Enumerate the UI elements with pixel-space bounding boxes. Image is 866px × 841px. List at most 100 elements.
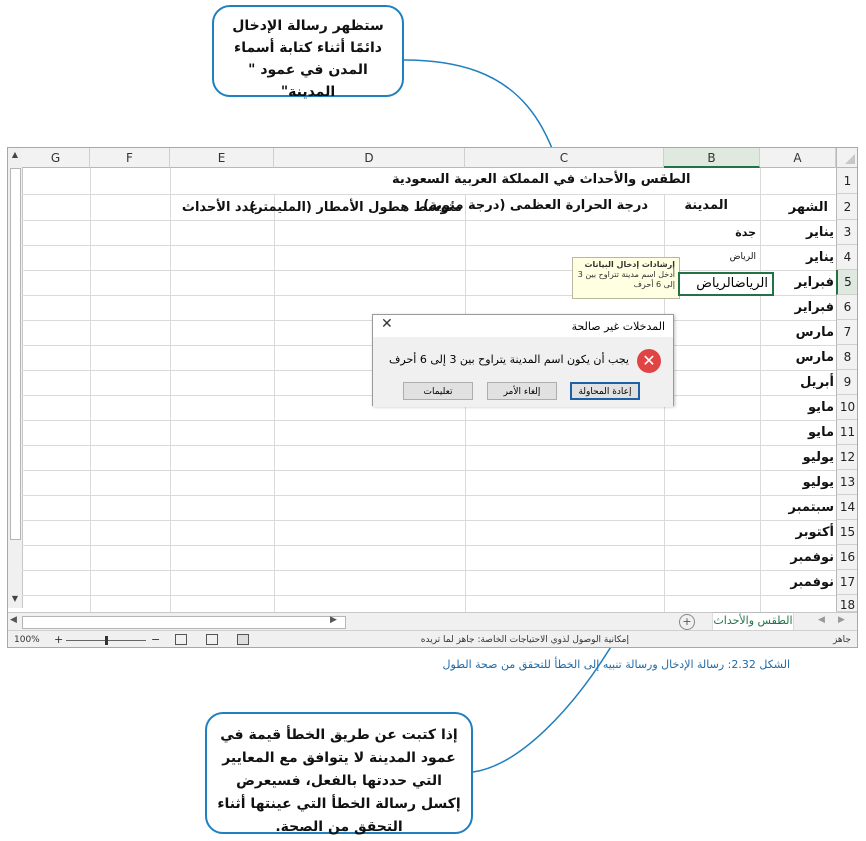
callout-input-message: ستظهر رسالة الإدخال دائمًا أثناء كتابة أ… — [212, 5, 404, 100]
worksheet-grid[interactable]: G F E D C B A 1 2 3 4 5 6 7 8 9 10 11 12… — [22, 148, 857, 612]
accessibility-status[interactable]: إمكانية الوصول لذوي الاحتياجات الخاصة: ج… — [421, 635, 629, 645]
column-header-e[interactable]: E — [170, 148, 274, 168]
retry-button[interactable]: إعادة المحاولة — [570, 382, 640, 400]
row-header-7[interactable]: 7 — [836, 320, 857, 345]
cell-month[interactable]: مايو — [808, 425, 834, 440]
row-header-18[interactable]: 18 — [836, 595, 857, 612]
scroll-up-icon[interactable]: ▲ — [10, 150, 20, 160]
ready-status: جاهز — [832, 635, 851, 645]
gridline — [22, 245, 836, 246]
header-events[interactable]: عدد الأحداث — [182, 200, 258, 215]
cell-month[interactable]: فبراير — [795, 275, 834, 290]
row-header-1[interactable]: 1 — [836, 168, 857, 194]
dialog-title: المدخلات غير صالحة — [571, 320, 665, 333]
gridline — [22, 570, 836, 571]
tooltip-title: إرشادات إدخال البيانات — [584, 260, 675, 269]
gridline — [22, 445, 836, 446]
row-header-9[interactable]: 9 — [836, 370, 857, 395]
column-header-g[interactable]: G — [22, 148, 90, 168]
normal-view-icon[interactable] — [237, 634, 249, 645]
cell-city[interactable]: جدة — [735, 226, 756, 239]
sheet-tab-bar: ◀ ▶ + الطقس والأحداث ◀ ▶ — [8, 612, 857, 632]
header-month[interactable]: الشهر — [789, 200, 828, 215]
figure-caption: الشكل 2.32: رسالة الإدخال ورسالة تنبيه إ… — [442, 658, 790, 671]
gridline — [22, 595, 836, 596]
column-header-a[interactable]: A — [760, 148, 836, 168]
header-city[interactable]: المدينة — [684, 198, 728, 213]
cell-month[interactable]: أكتوبر — [796, 525, 834, 540]
zoom-out-icon[interactable]: − — [151, 633, 160, 646]
cell-month[interactable]: يوليو — [803, 450, 834, 465]
page-break-view-icon[interactable] — [175, 634, 187, 645]
gridline — [22, 220, 836, 221]
tab-nav-right-icon[interactable]: ▶ — [838, 615, 845, 625]
cell-month[interactable]: فبراير — [795, 300, 834, 315]
dialog-message: يجب أن يكون اسم المدينة يتراوح بين 3 إلى… — [389, 353, 629, 366]
header-rain[interactable]: متوسط هطول الأمطار (المليمتر) — [249, 200, 462, 215]
cell-month[interactable]: سبتمبر — [788, 500, 834, 515]
cell-month[interactable]: يناير — [806, 225, 834, 240]
scroll-left-icon[interactable]: ◀ — [10, 615, 17, 625]
gridline — [22, 495, 836, 496]
cell-month[interactable]: مايو — [808, 400, 834, 415]
status-bar: 100% + − إمكانية الوصول لذوي الاحتياجات … — [8, 630, 857, 647]
zoom-in-icon[interactable]: + — [54, 633, 63, 646]
column-header-f[interactable]: F — [90, 148, 170, 168]
error-dialog: المدخلات غير صالحة ✕ ✕ يجب أن يكون اسم ا… — [372, 314, 674, 407]
add-sheet-icon[interactable]: + — [679, 614, 695, 630]
cell-month[interactable]: مارس — [796, 325, 834, 340]
gridline — [22, 545, 836, 546]
cell-month[interactable]: أبريل — [800, 375, 834, 390]
tab-nav-left-icon[interactable]: ◀ — [818, 615, 825, 625]
page-layout-view-icon[interactable] — [206, 634, 218, 645]
error-icon: ✕ — [637, 349, 661, 373]
row-header-11[interactable]: 11 — [836, 420, 857, 445]
tooltip-body: أدخل اسم مدينة تتراوح بين 3 إلى 6 أحرف — [577, 270, 675, 289]
zoom-level[interactable]: 100% — [14, 635, 40, 645]
row-header-10[interactable]: 10 — [836, 395, 857, 420]
cell-month[interactable]: نوفمبر — [790, 575, 834, 590]
cell-month[interactable]: مارس — [796, 350, 834, 365]
scroll-thumb[interactable] — [10, 168, 21, 540]
row-header-14[interactable]: 14 — [836, 495, 857, 520]
column-header-c[interactable]: C — [465, 148, 664, 168]
vertical-scrollbar[interactable]: ▲ ▼ — [8, 148, 23, 608]
zoom-slider-knob[interactable] — [105, 636, 108, 645]
row-header-2[interactable]: 2 — [836, 194, 857, 220]
help-button[interactable]: تعليمات — [403, 382, 473, 400]
select-all-corner[interactable] — [836, 148, 857, 168]
callout-error-message: إذا كتبت عن طريق الخطأ قيمة في عمود المد… — [205, 712, 473, 835]
cell-month[interactable]: يوليو — [803, 475, 834, 490]
column-header-d[interactable]: D — [274, 148, 465, 168]
active-cell-b5[interactable]: الرياضالرياض — [678, 272, 774, 296]
row-header-15[interactable]: 15 — [836, 520, 857, 545]
scroll-down-icon[interactable]: ▼ — [10, 594, 20, 604]
row-header-4[interactable]: 4 — [836, 245, 857, 270]
excel-window: ▲ ▼ G F E D C B A 1 2 3 4 5 6 7 8 9 10 1… — [7, 147, 858, 648]
close-icon[interactable]: ✕ — [381, 316, 393, 332]
row-header-16[interactable]: 16 — [836, 545, 857, 570]
row-header-8[interactable]: 8 — [836, 345, 857, 370]
gridline — [274, 194, 275, 612]
row-header-6[interactable]: 6 — [836, 295, 857, 320]
sheet-title[interactable]: الطقس والأحداث في المملكة العربية السعود… — [392, 172, 691, 187]
dialog-body: ✕ يجب أن يكون اسم المدينة يتراوح بين 3 إ… — [373, 337, 673, 407]
scroll-right-icon[interactable]: ▶ — [330, 615, 337, 625]
gridline — [22, 520, 836, 521]
row-header-12[interactable]: 12 — [836, 445, 857, 470]
gridline — [22, 194, 836, 195]
column-header-b[interactable]: B — [664, 148, 760, 168]
cancel-button[interactable]: إلغاء الأمر — [487, 382, 557, 400]
cell-month[interactable]: نوفمبر — [790, 550, 834, 565]
row-header-3[interactable]: 3 — [836, 220, 857, 245]
row-header-17[interactable]: 17 — [836, 570, 857, 595]
input-message-tooltip: إرشادات إدخال البيانات أدخل اسم مدينة تت… — [572, 257, 680, 299]
horizontal-scrollbar[interactable] — [22, 616, 346, 629]
cell-city[interactable]: الرياض — [730, 252, 756, 262]
row-header-13[interactable]: 13 — [836, 470, 857, 495]
cell-month[interactable]: يناير — [806, 250, 834, 265]
gridline — [22, 270, 836, 271]
gridline — [22, 420, 836, 421]
row-header-5[interactable]: 5 — [836, 270, 857, 295]
gridline — [22, 470, 836, 471]
